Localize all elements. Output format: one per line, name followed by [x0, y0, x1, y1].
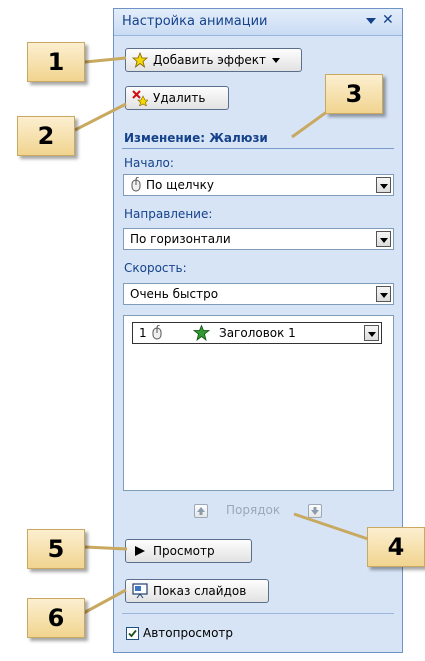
- callout-1: 1: [27, 42, 85, 82]
- callout-6: 6: [27, 598, 85, 638]
- callout-3: 3: [325, 74, 383, 114]
- callout-5: 5: [27, 529, 85, 569]
- callout-4: 4: [367, 527, 425, 567]
- callout-2: 2: [17, 116, 75, 156]
